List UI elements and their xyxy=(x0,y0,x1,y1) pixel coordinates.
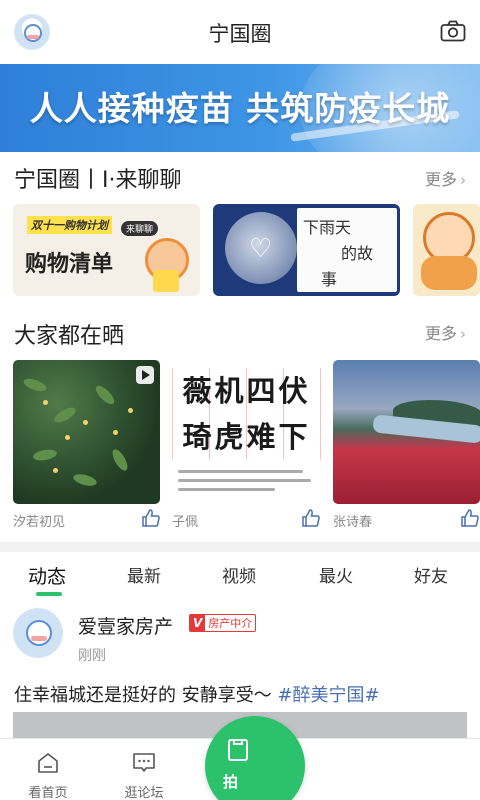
flower-dot xyxy=(113,430,118,435)
section-divider xyxy=(0,542,480,552)
active-tab-indicator xyxy=(36,592,62,596)
tab-zuihuo[interactable]: 最火 xyxy=(319,562,353,587)
leaf-shape xyxy=(92,382,118,408)
page-title: 宁国圈 xyxy=(208,22,272,46)
home-icon xyxy=(38,753,58,773)
nav-forum[interactable]: 逛论坛 xyxy=(104,739,184,800)
post-body: 住幸福城还是挺好的 安静享受～ xyxy=(14,685,278,706)
caption-line xyxy=(178,488,276,491)
caption-line xyxy=(178,470,304,473)
heart-icon: ♡ xyxy=(249,234,273,264)
leaf-shape xyxy=(22,376,48,394)
thumbs-up-icon[interactable] xyxy=(301,508,321,528)
hashtag-link[interactable]: #醉美宁国# xyxy=(277,685,379,706)
photos-section-title: 大家都在晒 xyxy=(14,324,125,349)
verified-v-icon: V xyxy=(190,615,206,631)
avatar[interactable] xyxy=(13,608,63,658)
top-bar: 宁国圈 xyxy=(0,0,480,64)
thumbs-up-icon[interactable] xyxy=(141,508,161,528)
photo-card-landscape[interactable] xyxy=(333,360,480,504)
flower-dot xyxy=(53,468,58,473)
nav-home-label: 看首页 xyxy=(28,786,68,800)
nav-forum-label: 逛论坛 xyxy=(124,786,164,800)
photo-card-text-art[interactable]: 薇机四伏 琦虎难下 xyxy=(172,360,321,504)
tab-zuixin[interactable]: 最新 xyxy=(127,562,161,587)
leaf-shape xyxy=(32,447,58,463)
post-author[interactable]: 爱壹家房产 xyxy=(78,612,173,639)
chevron-right-icon: › xyxy=(460,171,466,189)
leaf-shape xyxy=(109,447,131,473)
tab-haoyou[interactable]: 好友 xyxy=(414,562,448,587)
topic-tag-chat: 来聊聊 xyxy=(121,221,159,236)
post-photo-label: 拍 xyxy=(223,773,239,791)
topics-more-label: 更多 xyxy=(424,170,457,189)
flower-dot xyxy=(83,420,88,425)
topics-section-title: 宁国圈丨I·来聊聊 xyxy=(14,168,182,193)
topic-line-2: 的故 xyxy=(341,244,374,263)
photo-author[interactable]: 子佩 xyxy=(172,511,198,530)
badge-label: 房产中介 xyxy=(208,617,253,630)
flower-dot xyxy=(65,435,70,440)
cartoon-kid-body xyxy=(421,256,477,290)
post-text[interactable]: 住幸福城还是挺好的 安静享受～ #醉美宁国# xyxy=(14,681,380,707)
tab-shipin[interactable]: 视频 xyxy=(222,562,256,587)
vaccine-banner[interactable]: 人人接种疫苗 共筑防疫长城 xyxy=(0,64,480,152)
flower-dot xyxy=(43,400,48,405)
topic-card-cartoon-kid[interactable] xyxy=(413,204,480,296)
tab-dongtai[interactable]: 动态 xyxy=(28,562,66,589)
photo-card-osmanthus[interactable] xyxy=(13,360,160,504)
caption-lines xyxy=(178,464,317,500)
topic-headline: 购物清单 xyxy=(25,252,114,277)
banner-text: 人人接种疫苗 共筑防疫长城 xyxy=(29,89,451,128)
text-art-row-1: 薇机四伏 xyxy=(182,374,311,408)
post-time: 刚刚 xyxy=(78,648,106,664)
shopping-bag-icon xyxy=(153,270,179,292)
camera-icon[interactable] xyxy=(440,20,466,42)
flower-dot xyxy=(128,408,133,413)
camera-post-icon xyxy=(228,739,248,761)
thumbs-up-icon[interactable] xyxy=(460,508,480,528)
leaf-shape xyxy=(72,472,98,488)
photos-more-link[interactable]: 更多 › xyxy=(425,320,466,344)
topics-more-link[interactable]: 更多 › xyxy=(425,166,466,190)
leaf-shape xyxy=(52,404,78,426)
forum-icon xyxy=(133,753,155,772)
avatar-face xyxy=(26,620,52,646)
topic-card-rainy-day[interactable]: ♡ 下雨天 的故 事 xyxy=(213,204,400,296)
chevron-right-icon: › xyxy=(460,325,466,343)
nav-home[interactable]: 看首页 xyxy=(8,739,88,800)
photos-more-label: 更多 xyxy=(424,324,457,343)
caption-line xyxy=(178,479,312,482)
topic-line-3: 事 xyxy=(321,270,338,289)
avatar-cheek xyxy=(31,636,47,641)
topic-line-1: 下雨天 xyxy=(303,218,352,237)
play-video-icon xyxy=(136,366,154,384)
text-art-row-2: 琦虎难下 xyxy=(182,420,311,454)
verified-badge: V 房产中介 xyxy=(189,614,257,632)
text-art: 薇机四伏 琦虎难下 xyxy=(172,368,321,460)
topic-card-shopping[interactable]: 双十一购物计划 来聊聊 购物清单 xyxy=(13,204,200,296)
photo-author[interactable]: 张诗春 xyxy=(333,511,372,530)
topic-tag: 双十一购物计划 xyxy=(27,216,112,234)
photo-author[interactable]: 汐若初见 xyxy=(13,511,65,530)
